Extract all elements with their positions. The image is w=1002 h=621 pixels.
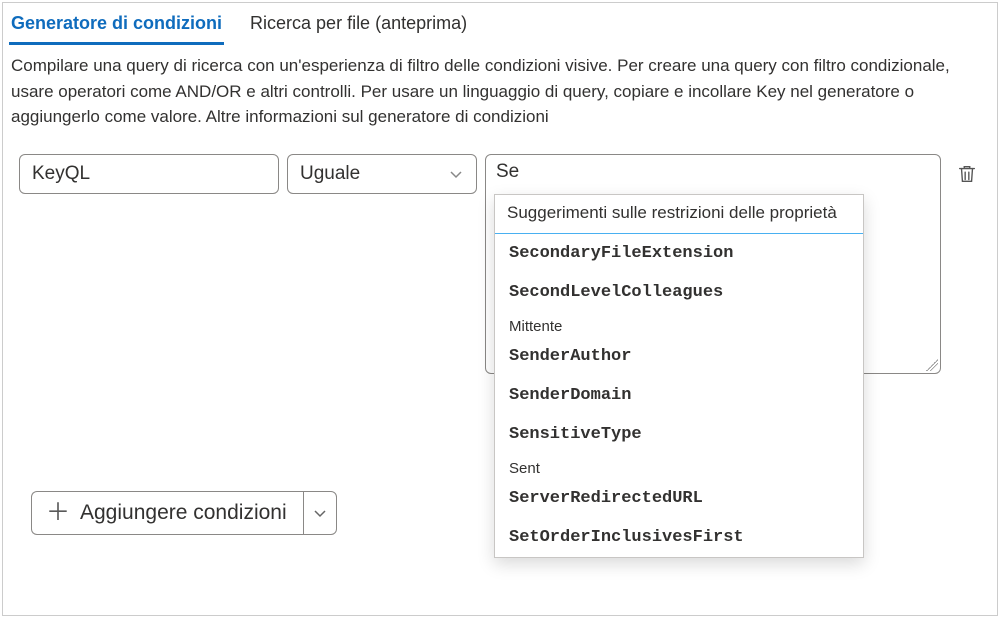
condition-field-input[interactable] xyxy=(19,154,279,194)
chevron-down-icon xyxy=(448,166,464,182)
tab-search-by-file[interactable]: Ricerca per file (anteprima) xyxy=(248,9,469,42)
condition-operator-label: Uguale xyxy=(300,163,360,185)
trash-icon xyxy=(956,163,978,185)
add-conditions-split-button: ＋ Aggiungere condizioni xyxy=(31,491,337,535)
add-conditions-label: Aggiungere condizioni xyxy=(80,501,287,525)
condition-operator-select[interactable]: Uguale xyxy=(287,154,477,194)
suggestion-item[interactable]: SecondaryFileExtension xyxy=(495,234,863,273)
property-suggestions-dropdown: Suggerimenti sulle restrizioni delle pro… xyxy=(494,194,864,558)
builder-description: Compilare una query di ricerca con un'es… xyxy=(3,45,983,130)
chevron-down-icon xyxy=(312,505,328,521)
tab-conditions-builder[interactable]: Generatore di condizioni xyxy=(9,9,224,45)
suggestion-item[interactable]: SenderDomain xyxy=(495,376,863,415)
suggestion-item[interactable]: SenderAuthor xyxy=(495,337,863,376)
suggestion-item[interactable]: SetOrderInclusivesFirst xyxy=(495,518,863,557)
tab-bar: Generatore di condizioni Ricerca per fil… xyxy=(3,3,997,45)
suggestions-header: Suggerimenti sulle restrizioni delle pro… xyxy=(495,195,863,234)
suggestion-item[interactable]: SecondLevelColleagues xyxy=(495,273,863,312)
suggestion-item[interactable]: SensitiveType xyxy=(495,415,863,454)
suggestion-group-label: Mittente xyxy=(495,312,863,337)
add-conditions-button[interactable]: ＋ Aggiungere condizioni xyxy=(31,491,303,535)
add-conditions-dropdown-button[interactable] xyxy=(303,491,337,535)
condition-builder: Uguale Se Suggerimenti sulle restrizioni… xyxy=(19,154,981,374)
plus-icon: ＋ xyxy=(46,501,70,525)
suggestion-item[interactable]: ServerRedirectedURL xyxy=(495,479,863,518)
condition-value-text: Se xyxy=(496,161,519,182)
delete-condition-button[interactable] xyxy=(953,160,981,188)
suggestion-group-label: Sent xyxy=(495,454,863,479)
